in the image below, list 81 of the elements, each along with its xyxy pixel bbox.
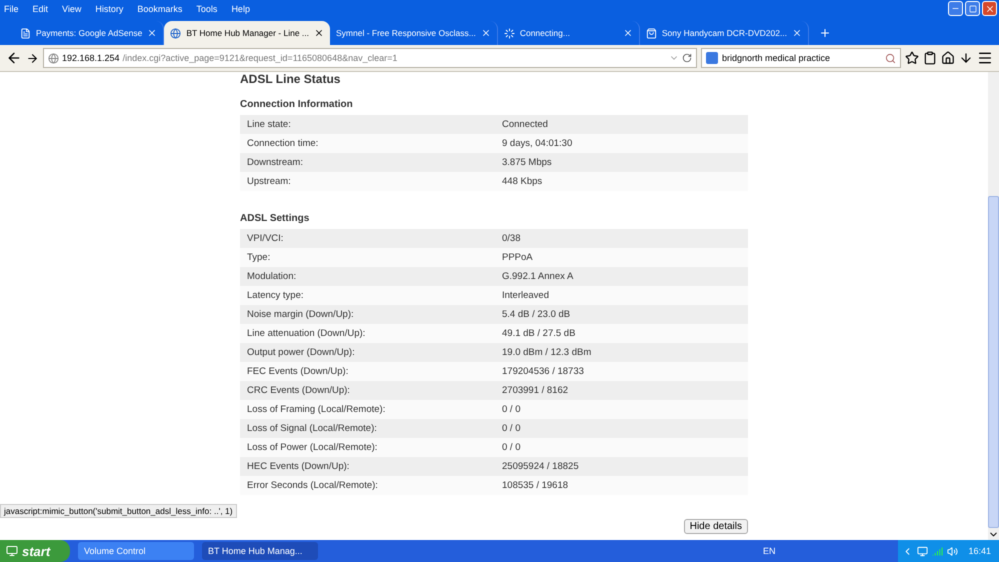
row-label: Noise margin (Down/Up):	[247, 309, 355, 320]
row-label: FEC Events (Down/Up):	[247, 366, 350, 377]
status-text: javascript:mimic_button('submit_button_adsl_less_info: ..', 1)	[0, 504, 237, 518]
menu-item[interactable]: Tools	[196, 4, 218, 14]
close-icon[interactable]	[314, 28, 324, 38]
restore-button[interactable]	[965, 1, 980, 16]
row-value: 179204536 / 18733	[502, 366, 585, 377]
row-value: 448 Kbps	[502, 176, 544, 187]
row-value: PPPoA	[502, 252, 534, 263]
minimize-button[interactable]	[948, 1, 963, 16]
browser-tab[interactable]: BT Home Hub Manager - Line ...	[164, 21, 330, 45]
new-tab-icon[interactable]	[819, 27, 832, 39]
search-field[interactable]: bridgnorth medical practice	[701, 48, 901, 68]
row-value: 0 / 0	[502, 404, 522, 415]
search-icon[interactable]	[885, 52, 896, 64]
row-value: Interleaved	[502, 290, 550, 301]
menu-icon[interactable]	[977, 50, 993, 66]
network-icon[interactable]	[917, 546, 928, 556]
hide-details-button[interactable]: Hide details	[684, 519, 748, 534]
page-title: ADSL Line Status	[240, 72, 342, 88]
globe-icon	[170, 28, 182, 38]
row-label: Loss of Framing (Local/Remote):	[247, 404, 386, 415]
row-label: Latency type:	[247, 290, 305, 301]
menu-item[interactable]: Bookmarks	[137, 4, 182, 14]
home-icon[interactable]	[941, 51, 955, 65]
forward-icon[interactable]	[26, 52, 39, 64]
row-value: 49.1 dB / 27.5 dB	[502, 328, 576, 339]
clock: 16:41	[968, 546, 991, 556]
download-icon[interactable]	[959, 51, 973, 65]
taskbar-button[interactable]: BT Home Hub Manag...	[202, 542, 318, 560]
row-label: CRC Events (Down/Up):	[247, 385, 351, 396]
row-label: Line state:	[247, 119, 292, 130]
globe-icon	[48, 52, 59, 64]
row-value: 19.0 dBm / 12.3 dBm	[502, 347, 592, 358]
spinner-icon	[504, 28, 515, 38]
menu-item[interactable]: Edit	[32, 4, 48, 14]
row-value: 9 days, 04:01:30	[502, 138, 574, 149]
address-field[interactable]: 192.168.1.254 /index.cgi?active_page=9121&request_id=1165080648&nav_clear=1	[43, 48, 697, 68]
row-value: 3.875 Mbps	[502, 157, 553, 168]
row-value: 0 / 0	[502, 423, 522, 434]
star-icon[interactable]	[905, 51, 919, 65]
clipboard-icon[interactable]	[923, 51, 937, 65]
close-button[interactable]	[982, 1, 997, 16]
row-value: 25095924 / 18825	[502, 461, 580, 472]
bag-icon	[646, 28, 657, 38]
menu-item[interactable]: View	[62, 4, 82, 14]
row-label: Line attenuation (Down/Up):	[247, 328, 366, 339]
section-title: ADSL Settings	[240, 213, 310, 224]
taskbar-button[interactable]: Volume Control	[78, 542, 194, 560]
speaker-icon[interactable]	[947, 546, 958, 556]
row-value: Connected	[502, 119, 549, 130]
row-label: Upstream:	[247, 176, 292, 187]
scroll-thumb[interactable]	[988, 196, 999, 528]
page-icon	[20, 28, 31, 38]
row-value: 0/38	[502, 233, 522, 244]
row-value: G.992.1 Annex A	[502, 271, 574, 282]
row-label: Connection time:	[247, 138, 320, 149]
menu-item[interactable]: Help	[231, 4, 250, 14]
close-icon	[984, 4, 994, 14]
restore-icon	[968, 4, 976, 12]
row-label: Output power (Down/Up):	[247, 347, 356, 358]
row-label: HEC Events (Down/Up):	[247, 461, 350, 472]
start-button[interactable]: start	[0, 540, 70, 562]
language-indicator[interactable]: EN	[762, 546, 776, 556]
row-label: Loss of Signal (Local/Remote):	[247, 423, 378, 434]
reload-icon[interactable]	[682, 53, 692, 63]
row-value: 2703991 / 8162	[502, 385, 570, 396]
menu-item[interactable]: File	[4, 4, 19, 14]
row-label: Downstream:	[247, 157, 304, 168]
row-value: 5.4 dB / 23.0 dB	[502, 309, 572, 320]
back-icon[interactable]	[6, 50, 22, 66]
section-title: Connection Information	[240, 99, 354, 110]
row-value: 0 / 0	[502, 442, 522, 453]
row-label: Type:	[247, 252, 272, 263]
menu-item[interactable]: History	[95, 4, 124, 14]
row-value: 108535 / 19618	[502, 480, 570, 491]
row-label: VPI/VCI:	[247, 233, 284, 244]
row-label: Modulation:	[247, 271, 298, 282]
row-label: Loss of Power (Local/Remote):	[247, 442, 378, 453]
row-label: Error Seconds (Local/Remote):	[247, 480, 379, 491]
scrollbar[interactable]	[988, 72, 999, 540]
